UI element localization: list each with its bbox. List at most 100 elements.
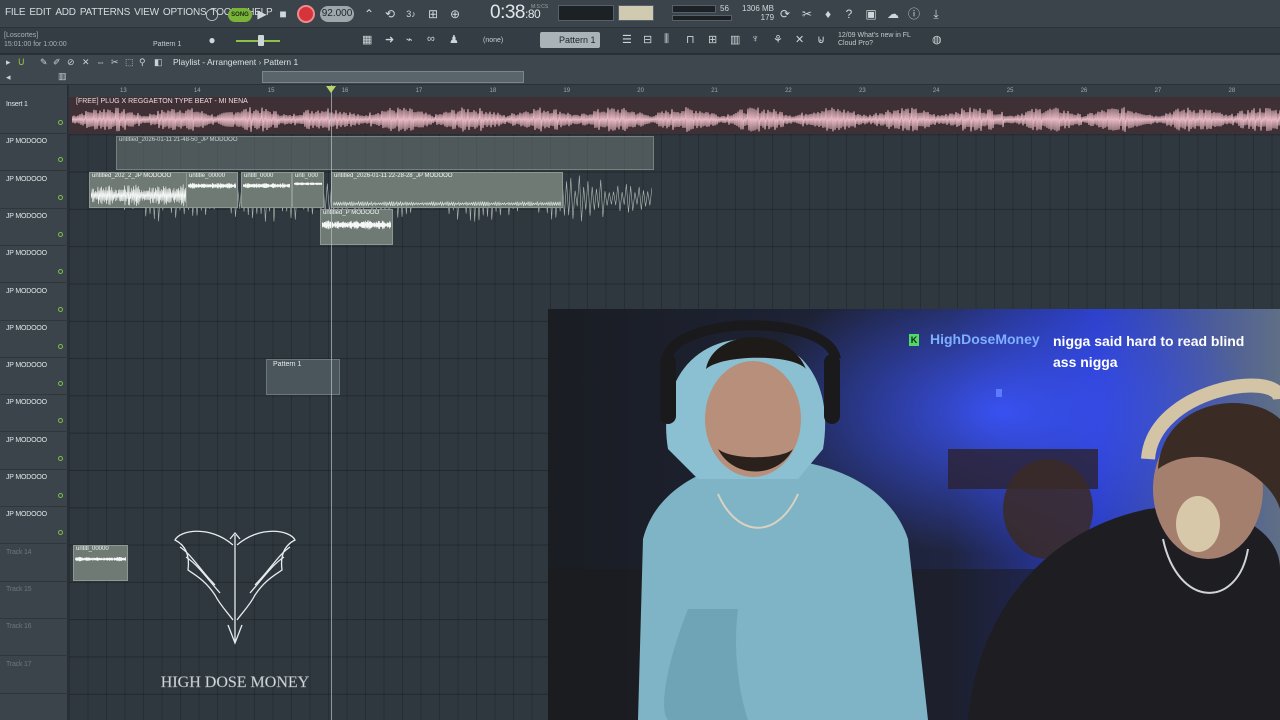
pattern-clip[interactable]: Pattern 1 [266,359,340,395]
master-pitch-knob-icon[interactable]: ◯ [203,5,221,23]
track-name: JP MODOOO [6,250,47,258]
master-volume-knob-icon[interactable]: ● [203,31,221,49]
track-enable-indicator[interactable] [58,120,63,125]
track-enable-indicator[interactable] [58,269,63,275]
stop-icon[interactable]: ■ [274,5,292,23]
paint-tool-icon[interactable]: ✐ [53,57,61,68]
audio-clip-3-title: untitl_0000 [244,173,274,179]
piano-keys-icon[interactable]: ▥ [58,71,67,82]
piano-roll-window-icon[interactable]: ⊓ [686,33,695,46]
collapse-arrow-icon[interactable]: ◂ [6,72,11,83]
cloud-icon[interactable]: ☁ [884,5,902,23]
track-header[interactable]: Track 15 [0,582,68,619]
typing-keyboard-icon[interactable]: ⊞ [424,5,442,23]
audio-clip-2[interactable]: untitle_00000 [186,172,238,208]
channel-rack-icon[interactable]: ⊟ [643,33,652,46]
track-header[interactable]: Track 14 [0,545,68,582]
track-enable-indicator[interactable] [58,194,63,200]
audio-clip-4[interactable]: unti_000 [292,172,324,208]
magnet-snap-icon[interactable]: Ս [18,57,25,68]
plugin-database-icon[interactable]: ▥ [730,33,740,46]
playback-tool-icon[interactable]: ◧ [154,57,163,68]
oscilloscope-display [558,5,614,21]
menu-patterns[interactable]: PATTERNS [80,7,130,18]
paint-icon[interactable]: ⌁ [406,33,413,46]
menu-add[interactable]: ADD [55,7,76,18]
track-enable-indicator[interactable] [58,306,63,312]
refresh-icon[interactable]: ⟳ [776,5,794,23]
select-tool-icon[interactable]: ⬚ [125,57,134,68]
stamp-icon[interactable]: ♟ [449,33,459,46]
delete-tool-icon[interactable]: ⊘ [67,57,75,68]
mixer-icon[interactable]: ⫼ [664,33,669,46]
step-edit-icon[interactable]: 3♪ [402,5,420,23]
audio-clip-7[interactable]: untitl_00000 [73,545,128,581]
track-header[interactable]: JP MODOOO [0,246,68,284]
track-enable-indicator[interactable] [58,157,63,163]
track-enable-indicator[interactable] [58,455,63,461]
plugin-picker-icon[interactable]: ♆ [751,33,759,45]
horizontal-scrollbar[interactable] [262,71,524,83]
track-header[interactable]: JP MODOOO [0,284,68,321]
track-enable-indicator[interactable] [58,418,63,424]
pattern-song-toggle[interactable]: SONG [228,8,252,22]
shop-icon[interactable]: ⊌ [817,33,825,46]
download-icon[interactable]: ⤓ [927,5,945,23]
track-header[interactable]: JP MODOOO [0,358,68,396]
draw-tool-icon[interactable]: ✎ [40,57,48,68]
track-enable-indicator[interactable] [58,343,63,349]
menu-file[interactable]: FILE [5,7,26,18]
menu-edit[interactable]: EDIT [29,7,51,18]
track-enable-indicator[interactable] [58,493,63,498]
microphone-icon[interactable]: ♦ [819,5,837,23]
zoom-tool-icon[interactable]: ⚲ [139,57,146,68]
help-icon[interactable]: ? [840,5,858,23]
timeline-ruler[interactable] [69,85,1280,97]
link-icon[interactable]: ∞ [427,33,435,45]
news-panel[interactable]: 12/09 What's new in FL Cloud Pro? [838,32,911,48]
blend-notes-icon[interactable]: ⊕ [446,5,464,23]
piano-roll-icon[interactable]: ▦ [362,33,372,46]
audio-clip-3[interactable]: untitl_0000 [241,172,292,208]
track-enable-indicator[interactable] [58,231,63,237]
track-header[interactable]: JP MODOOO [0,507,68,545]
globe-icon[interactable]: ◍ [932,33,942,46]
master-volume-handle[interactable] [258,35,264,46]
track-header[interactable]: Track 16 [0,619,68,657]
track-header[interactable]: JP MODOOO [0,172,68,209]
scissors-icon[interactable]: ✂ [798,5,816,23]
menu-view[interactable]: VIEW [134,7,159,18]
ghost-audio-clip[interactable]: untitled_2026-01-11 21-48-50_JP MODOOO [116,136,654,170]
menu-options[interactable]: OPTIONS [163,7,207,18]
track-header[interactable]: JP MODOOO [0,470,68,507]
track-header[interactable]: JP MODOOO [0,433,68,470]
mixer-track-select[interactable]: (none) [480,34,520,48]
record-button[interactable] [297,5,315,23]
slice-tool-icon[interactable]: ✂ [111,57,119,68]
playhead-marker[interactable] [326,86,336,93]
playlist-menu-arrow-icon[interactable]: ▸ [6,57,11,68]
slip-tool-icon[interactable]: ⇔ [96,57,105,67]
track-enable-indicator[interactable] [58,530,63,536]
track-header[interactable]: Track 17 [0,657,68,694]
playlist-icon[interactable]: ☰ [622,33,632,46]
arrow-right-icon[interactable]: ➜ [385,33,394,46]
touch-controller-icon[interactable]: ⚘ [773,33,783,46]
save-icon[interactable]: ▣ [862,5,880,23]
metronome-icon[interactable]: ⌃ [360,5,378,23]
track-header[interactable]: JP MODOOO [0,134,68,172]
tools-icon[interactable]: ✕ [795,33,804,46]
track-header[interactable]: JP MODOOO [0,209,68,246]
loop-record-icon[interactable]: ⟲ [381,5,399,23]
audio-clip-5[interactable]: untitled_2026-01-11 22-28-28_JP MODOOO [331,172,563,208]
track-enable-indicator[interactable] [58,381,63,387]
track-header[interactable]: Insert 1 [0,97,68,134]
browser-icon[interactable]: ⊞ [708,33,717,46]
info-icon[interactable]: ⓘ [905,5,923,23]
tempo-display[interactable]: 92.000 [320,6,354,22]
mute-tool-icon[interactable]: ✕ [82,57,90,68]
track-header[interactable]: JP MODOOO [0,395,68,433]
play-icon[interactable]: ▶ [253,5,271,23]
track-header[interactable]: JP MODOOO [0,321,68,358]
pattern-selector[interactable]: Pattern 1 [540,32,600,48]
